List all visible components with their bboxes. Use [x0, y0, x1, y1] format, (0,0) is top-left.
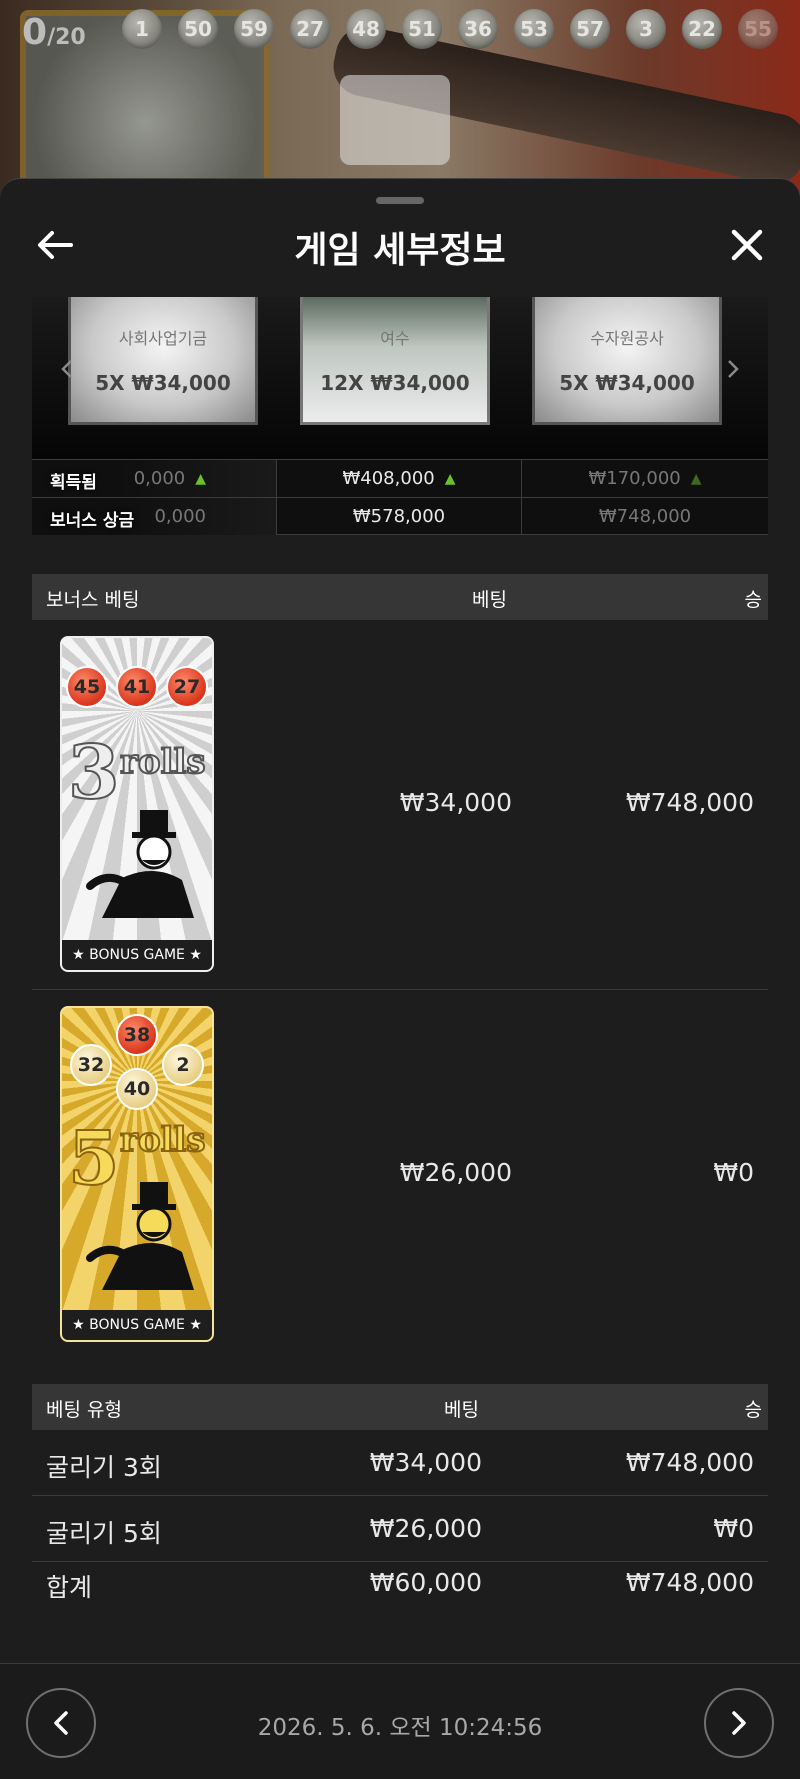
mascot-icon: [86, 810, 194, 918]
close-button[interactable]: [722, 223, 772, 267]
rolled-ball: 27: [166, 666, 208, 708]
counter-total: /20: [47, 25, 86, 50]
roll-count: 3: [67, 729, 120, 817]
drawn-ball: 57: [570, 9, 610, 49]
summary-table-header: 베팅 유형 베팅 승: [32, 1384, 768, 1430]
drawn-ball: 50: [178, 9, 218, 49]
won-value: ₩170,000 ▲: [522, 460, 768, 497]
page-title: 게임 세부정보: [294, 230, 506, 271]
drawn-ball: 53: [514, 9, 554, 49]
drawn-ball: 3: [626, 9, 666, 49]
rolled-ball: 32: [70, 1044, 112, 1086]
bonus-game-card-5-rolls: 38 32 2 40 5 rolls ★ BONUS GAME ★: [60, 1006, 214, 1342]
header-win: 승: [744, 1399, 762, 1421]
win-amount: ₩748,000: [625, 1448, 754, 1477]
card-name: 수자원공사: [590, 329, 664, 348]
table-row: 굴리기 5회 ₩26,000 ₩0: [32, 1496, 768, 1562]
next-round-button[interactable]: [704, 1688, 774, 1758]
bonus-prize-value: ₩748,000: [598, 506, 692, 527]
won-value-text: 0,000: [133, 468, 186, 489]
ball-counter: 0/20: [22, 12, 86, 53]
drawn-ball: 36: [458, 9, 498, 49]
up-arrow-icon: ▲: [444, 470, 456, 487]
bet-amount: ₩34,000: [369, 1448, 482, 1477]
rolled-ball: 40: [116, 1068, 158, 1110]
bet-amount: ₩26,000: [369, 1514, 482, 1543]
header-win: 승: [744, 589, 762, 611]
bonus-game-badge: ★ BONUS GAME ★: [62, 1310, 212, 1340]
close-icon: [731, 229, 763, 261]
card-value: 12X ₩34,000: [320, 371, 470, 395]
bonus-bet-row: 38 32 2 40 5 rolls ★ BONUS GAME ★ ₩26,00…: [32, 990, 768, 1360]
bet-type: 굴리기 3회: [46, 1453, 162, 1482]
bonus-bet-row: 45 41 27 3 rolls ★ BONUS GAME ★ ₩34,000 …: [32, 620, 768, 990]
bet-type: 굴리기 5회: [46, 1519, 162, 1548]
drag-handle[interactable]: [376, 197, 424, 204]
ball-holder-image: [340, 75, 450, 165]
win-amount: ₩0: [713, 1514, 754, 1543]
bonus-bet-amount: ₩26,000: [399, 1158, 512, 1187]
total-label: 합계: [46, 1573, 93, 1602]
won-value-text: ₩408,000: [342, 468, 435, 489]
won-value: ₩408,000 ▲: [277, 460, 522, 497]
chevron-right-icon: [728, 360, 739, 378]
rolled-ball: 45: [66, 666, 108, 708]
drawn-ball: 51: [402, 9, 442, 49]
game-details-sheet: 게임 세부정보 사회사업기금 5X ₩34,000 여수 12X ₩34,000…: [0, 178, 800, 1779]
drawn-ball: 22: [682, 9, 722, 49]
header-type: 보너스 베팅: [46, 589, 140, 611]
carousel-card[interactable]: 여수 12X ₩34,000: [300, 297, 490, 425]
drawn-balls: 1 50 59 27 48 51 36 53 57 3 22 55: [122, 9, 778, 49]
carousel-next-button[interactable]: [718, 349, 748, 389]
footer-nav: 2026. 5. 6. 오전 10:24:56: [0, 1663, 800, 1779]
round-timestamp: 2026. 5. 6. 오전 10:24:56: [257, 1715, 543, 1741]
counter-value: 0: [22, 12, 48, 53]
bonus-bet-amount: ₩34,000: [399, 788, 512, 817]
chevron-right-icon: [732, 1711, 746, 1735]
carousel-prev-button[interactable]: [52, 349, 82, 389]
header-type: 베팅 유형: [46, 1399, 122, 1421]
carousel-stats: 획득됨 0,000 ▲ ₩408,000 ▲ ₩170,000 ▲ 보너스 상금 0,…: [32, 459, 768, 535]
carousel-card[interactable]: 사회사업기금 5X ₩34,000: [68, 297, 258, 425]
header-bet: 베팅: [472, 589, 507, 611]
rolled-ball: 2: [162, 1044, 204, 1086]
card-value: 5X ₩34,000: [559, 371, 695, 395]
mascot-icon: [86, 1182, 194, 1290]
multiplier-carousel: 사회사업기금 5X ₩34,000 여수 12X ₩34,000 수자원공사 5…: [32, 297, 768, 462]
carousel-card[interactable]: 수자원공사 5X ₩34,000: [532, 297, 722, 425]
drawn-ball: 27: [290, 9, 330, 49]
table-row: 굴리기 3회 ₩34,000 ₩748,000: [32, 1430, 768, 1496]
bonus-prize-value: ₩578,000: [277, 498, 522, 535]
total-row: 합계 ₩60,000 ₩748,000: [32, 1562, 768, 1618]
won-row: 획득됨 0,000 ▲ ₩408,000 ▲ ₩170,000 ▲: [32, 459, 768, 497]
drawn-ball: 55: [738, 9, 778, 49]
up-arrow-icon: ▲: [690, 470, 702, 487]
bonus-win-amount: ₩0: [713, 1158, 754, 1187]
drawn-ball: 48: [346, 9, 386, 49]
bonus-game-badge: ★ BONUS GAME ★: [62, 940, 212, 970]
bonus-game-card-3-rolls: 45 41 27 3 rolls ★ BONUS GAME ★: [60, 636, 214, 972]
total-bet: ₩60,000: [369, 1568, 482, 1597]
bonus-win-amount: ₩748,000: [625, 788, 754, 817]
bonus-table-header: 보너스 베팅 베팅 승: [32, 574, 768, 620]
roll-word: rolls: [119, 1119, 207, 1161]
card-value: 5X ₩34,000: [95, 371, 231, 395]
bonus-prize-row: 보너스 상금 0,000 ₩578,000 ₩748,000: [32, 497, 768, 535]
header-bet: 베팅: [444, 1399, 479, 1421]
total-win: ₩748,000: [625, 1568, 754, 1597]
chevron-left-icon: [61, 360, 72, 378]
live-video-background: 0/20 1 50 59 27 48 51 36 53 57 3 22 55: [0, 0, 800, 200]
rolled-ball: 41: [116, 666, 158, 708]
bonus-prize-label: 보너스 상금: [50, 511, 135, 531]
drawn-ball: 59: [234, 9, 274, 49]
rolled-ball: 38: [116, 1014, 158, 1056]
drawn-ball: 1: [122, 9, 162, 49]
card-name: 사회사업기금: [118, 329, 208, 348]
roll-word: rolls: [119, 741, 207, 783]
won-label: 획득됨: [50, 473, 97, 493]
card-name: 여수: [380, 329, 410, 348]
won-value-text: ₩170,000: [588, 468, 681, 489]
up-arrow-icon: ▲: [195, 470, 206, 487]
sheet-header: 게임 세부정보: [0, 209, 800, 279]
